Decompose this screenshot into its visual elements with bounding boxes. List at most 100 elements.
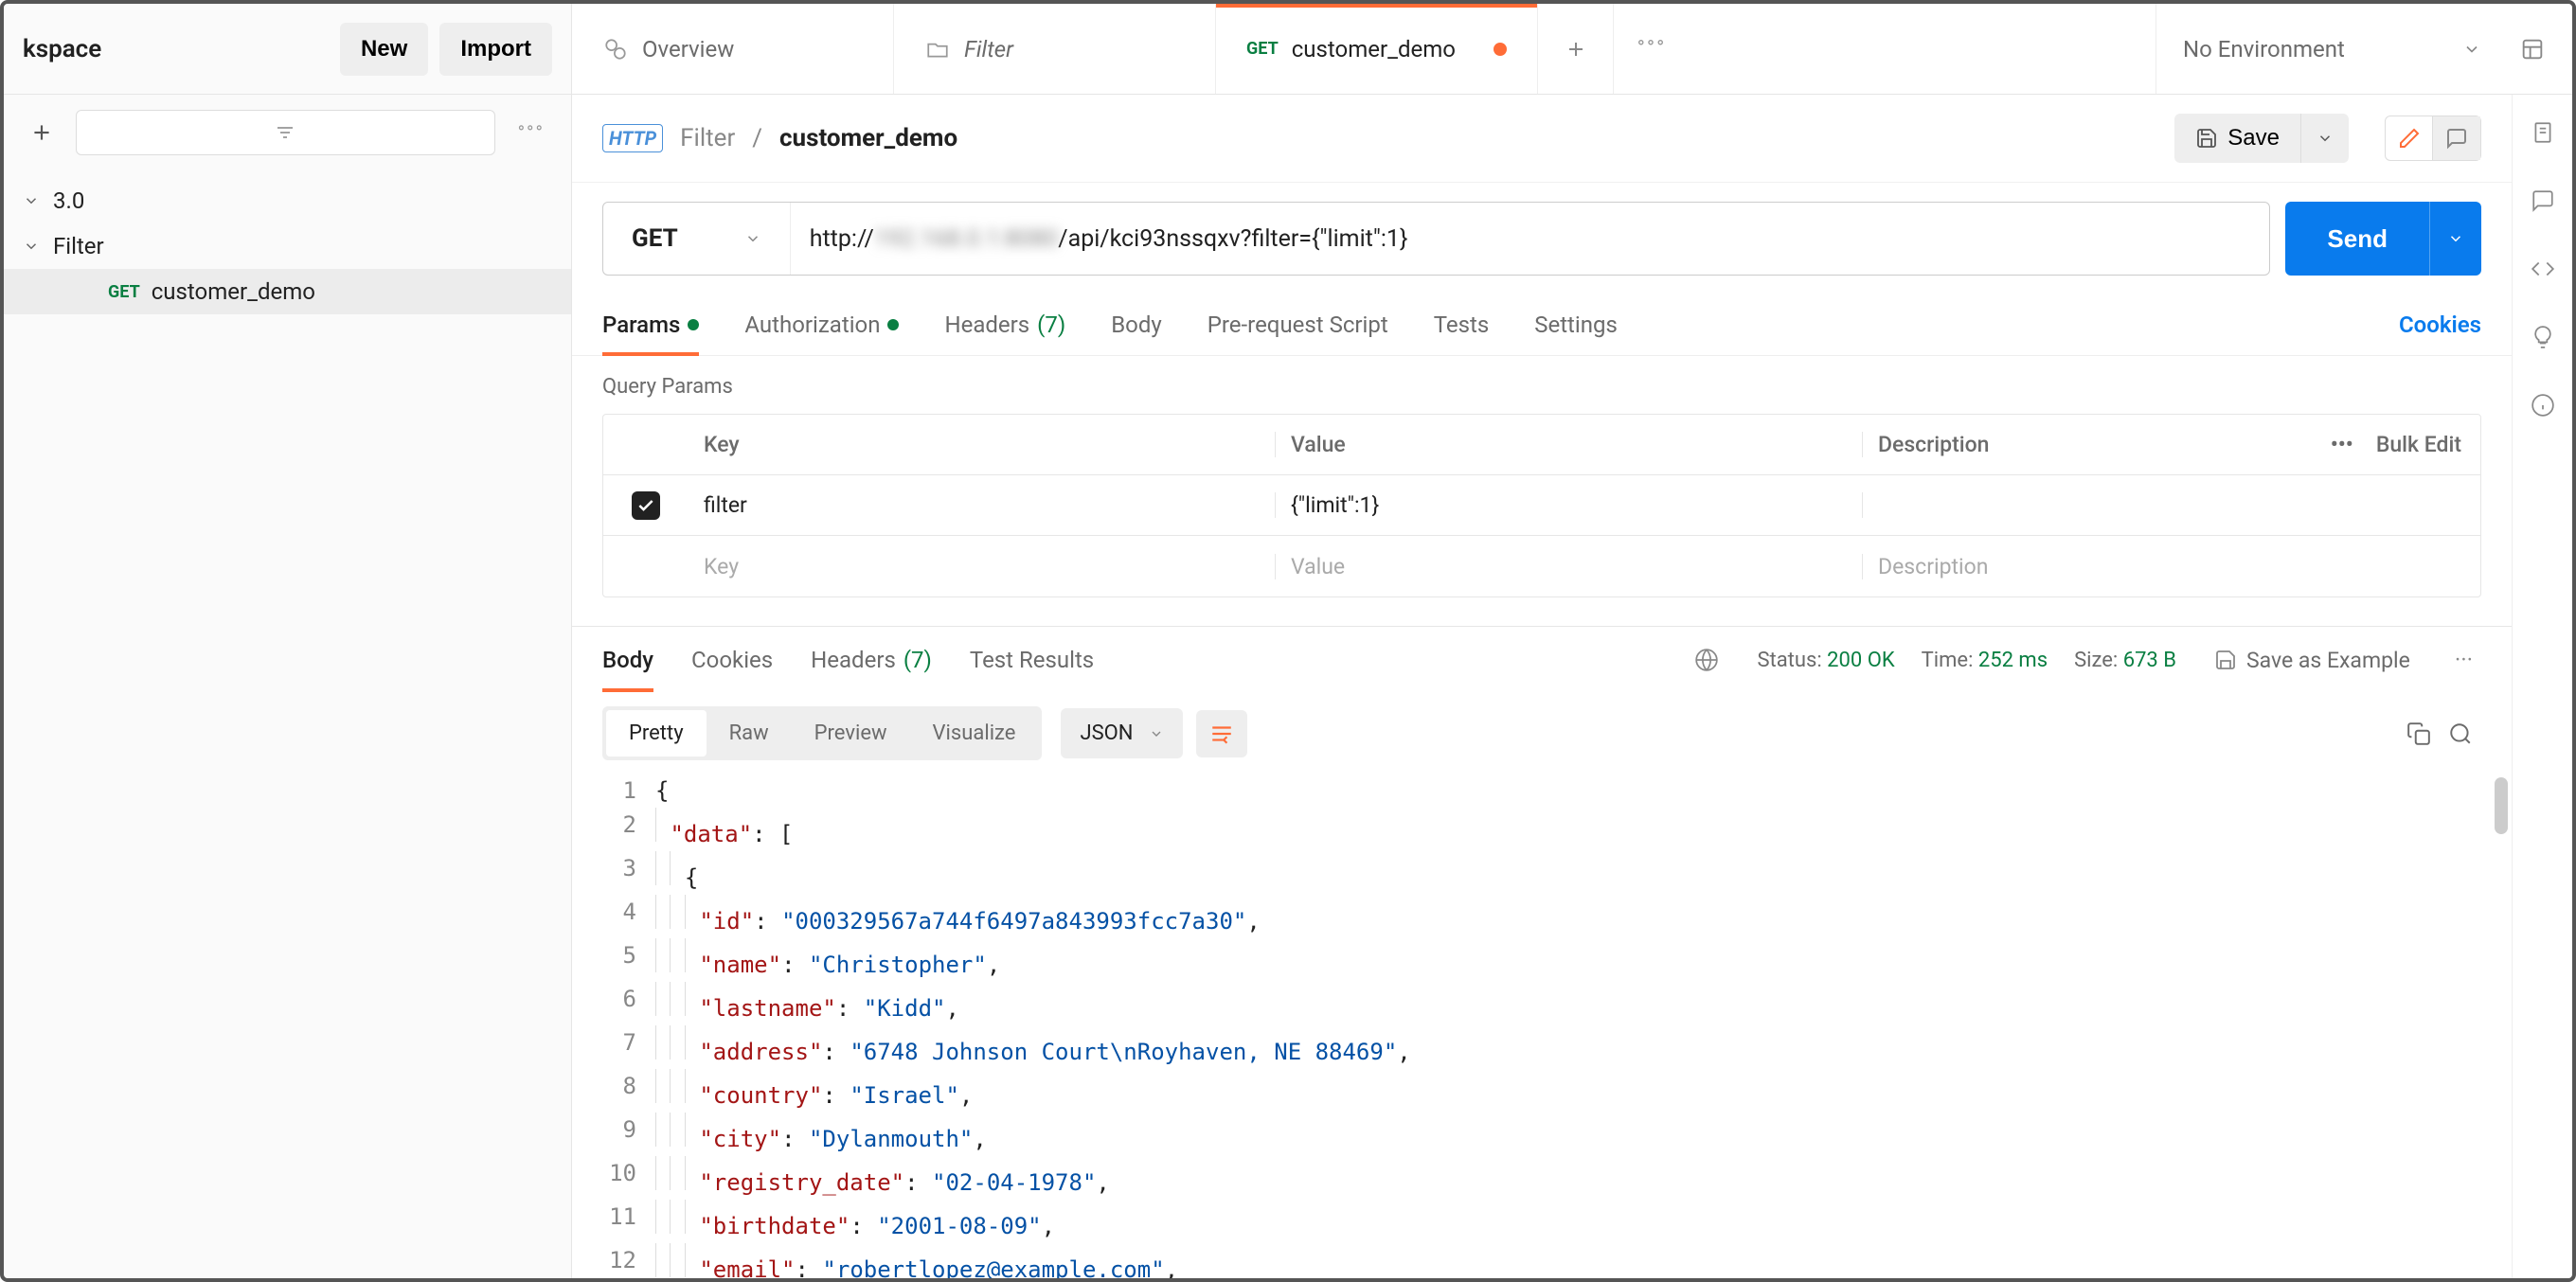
tab-headers[interactable]: Headers (7): [944, 294, 1065, 355]
filter-icon: [274, 121, 296, 144]
resp-tab-test-results[interactable]: Test Results: [970, 628, 1094, 692]
row-checkbox[interactable]: [632, 491, 660, 520]
query-params-title: Query Params: [572, 356, 2512, 414]
resp-tab-body[interactable]: Body: [602, 628, 653, 692]
size-value: 673 B: [2123, 649, 2176, 672]
chevron-right-icon: [23, 192, 42, 209]
info-icon[interactable]: [2528, 390, 2558, 420]
documentation-icon[interactable]: [2528, 117, 2558, 148]
bulk-edit-button[interactable]: Bulk Edit: [2376, 432, 2461, 457]
param-value-input[interactable]: {"limit":1}: [1276, 492, 1863, 518]
active-dot-icon: [887, 319, 899, 330]
param-key-input[interactable]: Key: [689, 554, 1276, 579]
environment-selector[interactable]: No Environment: [2183, 36, 2443, 62]
param-key-input[interactable]: filter: [689, 492, 1276, 518]
view-raw[interactable]: Raw: [707, 710, 792, 757]
breadcrumb-current: customer_demo: [779, 124, 957, 152]
row-options-button[interactable]: •••: [2331, 432, 2353, 457]
chevron-down-icon: [744, 230, 761, 247]
tab-params[interactable]: Params: [602, 294, 699, 355]
response-body[interactable]: 1{2 "data": [3 {4 "id": "000329567a744f6…: [572, 774, 2512, 1278]
search-button[interactable]: [2440, 713, 2481, 755]
tab-settings[interactable]: Settings: [1534, 294, 1618, 355]
response-more-button[interactable]: •••: [2448, 653, 2481, 668]
folder-icon: [924, 36, 951, 62]
sidebar-more-button[interactable]: °°°: [510, 121, 552, 144]
pencil-icon: [2398, 127, 2421, 150]
save-dropdown-button[interactable]: [2300, 114, 2349, 163]
unsaved-dot-icon: [1494, 43, 1507, 56]
search-icon: [2448, 721, 2473, 746]
method-badge: GET: [108, 282, 140, 302]
query-params-table: Key Value Description ••• Bulk Edit filt…: [602, 414, 2481, 597]
new-button[interactable]: New: [340, 23, 428, 76]
sidebar-filter-input[interactable]: [76, 110, 495, 155]
tabs-overflow-button[interactable]: °°°: [1614, 4, 1690, 94]
breadcrumb-parent[interactable]: Filter: [680, 124, 735, 152]
cookies-link[interactable]: Cookies: [2399, 312, 2481, 338]
time-value: 252 ms: [1978, 649, 2048, 672]
method-selector[interactable]: GET: [603, 203, 791, 275]
wrap-lines-button[interactable]: [1196, 710, 1247, 757]
chevron-down-icon: [2462, 40, 2481, 59]
scrollbar-thumb[interactable]: [2495, 777, 2508, 834]
param-value-input[interactable]: Value: [1276, 554, 1863, 579]
chevron-down-icon: [23, 238, 42, 255]
tree-label: 3.0: [53, 187, 84, 214]
tab-label: Overview: [642, 36, 734, 62]
tab-body[interactable]: Body: [1111, 294, 1162, 355]
table-row: filter {"limit":1}: [603, 475, 2480, 536]
table-row-new: Key Value Description: [603, 536, 2480, 596]
overview-icon: [602, 36, 629, 62]
network-icon[interactable]: [1694, 648, 1719, 672]
param-description-input[interactable]: Description: [1863, 554, 2291, 579]
column-header-description: Description: [1863, 432, 2291, 457]
method-badge: GET: [1246, 39, 1279, 59]
tree-item-3-0[interactable]: 3.0: [4, 178, 571, 223]
save-icon: [2195, 127, 2218, 150]
tab-customer-demo[interactable]: GET customer_demo: [1216, 4, 1538, 94]
comment-icon-button[interactable]: [2433, 116, 2480, 160]
tree-label: customer_demo: [152, 278, 315, 305]
workspace-label: kspace: [23, 35, 329, 63]
tab-authorization[interactable]: Authorization: [744, 294, 899, 355]
send-dropdown-button[interactable]: [2429, 202, 2481, 276]
edit-icon-button[interactable]: [2386, 116, 2433, 160]
url-input[interactable]: http://192.168.0.1:8080/api/kci93nssqxv?…: [791, 225, 2270, 253]
copy-icon: [2406, 721, 2431, 746]
comments-icon[interactable]: [2528, 186, 2558, 216]
view-visualize[interactable]: Visualize: [910, 710, 1039, 757]
sidebar-add-button[interactable]: [23, 114, 61, 151]
active-dot-icon: [688, 319, 699, 330]
status-value: 200 OK: [1827, 649, 1895, 672]
breadcrumb-separator: /: [752, 124, 762, 152]
comment-icon: [2445, 127, 2468, 150]
format-selector[interactable]: JSON: [1061, 708, 1182, 758]
import-button[interactable]: Import: [439, 23, 552, 76]
tab-prerequest[interactable]: Pre-request Script: [1208, 294, 1388, 355]
send-button[interactable]: Send: [2285, 202, 2429, 276]
column-header-key: Key: [689, 432, 1276, 457]
save-as-example-button[interactable]: Save as Example: [2214, 648, 2410, 673]
resp-tab-cookies[interactable]: Cookies: [691, 628, 773, 692]
http-icon: HTTP: [602, 124, 663, 152]
view-preview[interactable]: Preview: [792, 710, 910, 757]
tab-tests[interactable]: Tests: [1434, 294, 1490, 355]
wrap-icon: [1209, 721, 1234, 746]
code-icon[interactable]: [2528, 254, 2558, 284]
save-button[interactable]: Save: [2174, 114, 2300, 163]
lightbulb-icon[interactable]: [2528, 322, 2558, 352]
tree-item-customer-demo[interactable]: GET customer_demo: [4, 269, 571, 314]
copy-button[interactable]: [2398, 713, 2440, 755]
tree-item-filter[interactable]: Filter: [4, 223, 571, 269]
environment-quick-look-icon[interactable]: [2519, 36, 2546, 62]
tab-label: customer_demo: [1292, 36, 1456, 62]
column-header-value: Value: [1276, 432, 1863, 457]
view-pretty[interactable]: Pretty: [606, 710, 707, 757]
tab-filter[interactable]: Filter: [894, 4, 1216, 94]
tab-label: Filter: [964, 36, 1013, 62]
tab-overview[interactable]: Overview: [572, 4, 894, 94]
new-tab-button[interactable]: [1538, 4, 1614, 94]
tree-label: Filter: [53, 233, 104, 259]
resp-tab-headers[interactable]: Headers (7): [811, 628, 932, 692]
